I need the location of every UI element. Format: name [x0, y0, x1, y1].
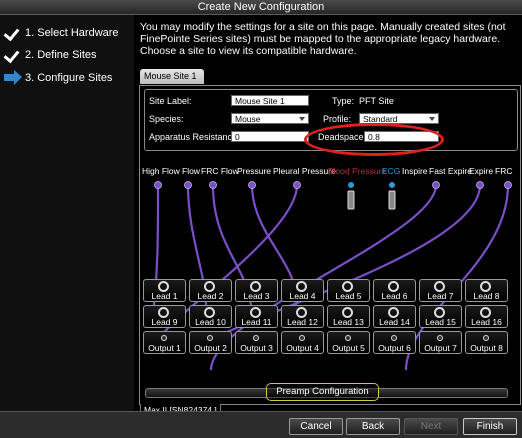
output-2[interactable]: Output 2: [189, 331, 232, 354]
finish-button[interactable]: Finish: [463, 418, 517, 435]
type-value: PFT Site: [359, 96, 394, 106]
back-button[interactable]: Back: [346, 418, 400, 435]
apparatus-resistance-field[interactable]: 0: [231, 131, 309, 142]
check-icon: [3, 46, 22, 64]
intro-text: You may modify the settings for a site o…: [140, 21, 506, 57]
lead-15[interactable]: Lead 15: [419, 305, 462, 328]
lead-7[interactable]: Lead 7: [419, 279, 462, 302]
output-jack-icon: [483, 335, 489, 341]
window-title: Create New Configuration: [0, 0, 522, 15]
step-label: 2. Define Sites: [25, 49, 97, 61]
step-label: 1. Select Hardware: [25, 27, 119, 39]
chevron-down-icon: [429, 117, 435, 121]
lead-6[interactable]: Lead 6: [373, 279, 416, 302]
lead-12[interactable]: Lead 12: [281, 305, 324, 328]
step-select-hardware[interactable]: 1. Select Hardware: [3, 24, 119, 42]
step-configure-sites[interactable]: 3. Configure Sites: [4, 70, 112, 86]
type-label: Type:: [332, 96, 355, 106]
output-jack-icon: [253, 335, 259, 341]
step-define-sites[interactable]: 2. Define Sites: [3, 46, 97, 64]
site-label-label: Site Label:: [149, 96, 192, 106]
footer-bar: Cancel Back Next Finish: [0, 411, 522, 438]
tab-mouse-site-1[interactable]: Mouse Site 1: [140, 69, 204, 84]
profile-label: Profile:: [323, 114, 352, 124]
step-label: 3. Configure Sites: [25, 72, 113, 84]
lead-2[interactable]: Lead 2: [189, 279, 232, 302]
lead-16[interactable]: Lead 16: [465, 305, 508, 328]
arrow-right-icon: [4, 70, 22, 86]
output-1[interactable]: Output 1: [143, 331, 186, 354]
preamp-configuration-button[interactable]: Preamp Configuration: [266, 383, 379, 401]
output-jack-icon: [391, 335, 397, 341]
lead-4[interactable]: Lead 4: [281, 279, 324, 302]
output-jack-icon: [437, 335, 443, 341]
resistance-label: Apparatus Resistance:: [149, 132, 240, 142]
lead-8[interactable]: Lead 8: [465, 279, 508, 302]
check-icon: [3, 24, 22, 42]
lead-14[interactable]: Lead 14: [373, 305, 416, 328]
lead-9[interactable]: Lead 9: [143, 305, 186, 328]
cancel-button[interactable]: Cancel: [289, 418, 343, 435]
output-3[interactable]: Output 3: [235, 331, 278, 354]
lead-13[interactable]: Lead 13: [327, 305, 370, 328]
output-6[interactable]: Output 6: [373, 331, 416, 354]
output-7[interactable]: Output 7: [419, 331, 462, 354]
output-jack-icon: [299, 335, 305, 341]
output-jack-icon: [161, 335, 167, 341]
output-4[interactable]: Output 4: [281, 331, 324, 354]
lead-5[interactable]: Lead 5: [327, 279, 370, 302]
wizard-sidebar: 1. Select Hardware 2. Define Sites 3. Co…: [0, 15, 134, 411]
lead-3[interactable]: Lead 3: [235, 279, 278, 302]
next-button[interactable]: Next: [404, 418, 458, 435]
species-select[interactable]: Mouse: [231, 113, 309, 124]
output-8[interactable]: Output 8: [465, 331, 508, 354]
deadspace-highlight: [304, 123, 444, 156]
output-5[interactable]: Output 5: [327, 331, 370, 354]
chevron-down-icon: [299, 117, 305, 121]
lead-11[interactable]: Lead 11: [235, 305, 278, 328]
main-content: You may modify the settings for a site o…: [136, 15, 522, 417]
output-jack-icon: [207, 335, 213, 341]
species-label: Species:: [149, 114, 184, 124]
output-jack-icon: [345, 335, 351, 341]
lead-grid: Lead 1 Lead 2 Lead 3 Lead 4 Lead 5 Lead …: [143, 279, 510, 379]
lead-10[interactable]: Lead 10: [189, 305, 232, 328]
site-label-field[interactable]: Mouse Site 1: [231, 95, 309, 106]
lead-1[interactable]: Lead 1: [143, 279, 186, 302]
